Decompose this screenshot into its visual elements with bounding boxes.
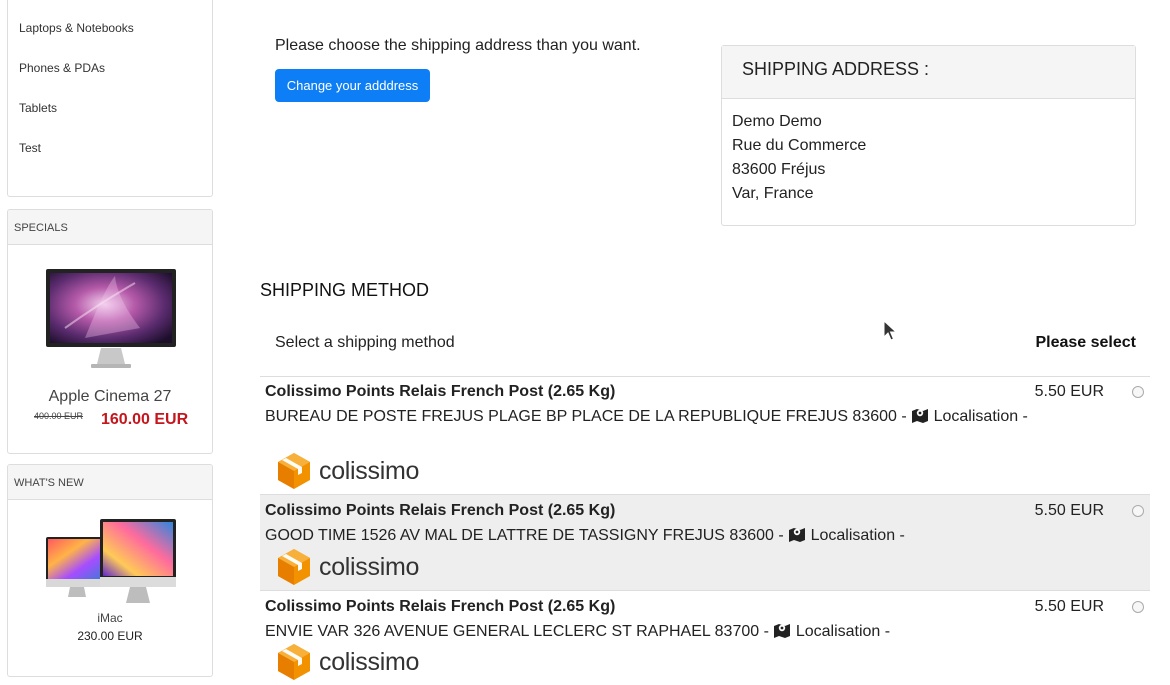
option-address-text: BUREAU DE POSTE FREJUS PLAGE BP PLACE DE… — [265, 408, 907, 425]
whats-new-panel: WHAT'S NEW iMac 230.00 EUR — [7, 464, 213, 677]
please-select-label: Please select — [1035, 334, 1136, 351]
specials-heading: SPECIALS — [8, 210, 212, 245]
colissimo-logo: colissimo — [277, 452, 419, 490]
category-laptops-notebooks[interactable]: Laptops & Notebooks — [19, 21, 134, 35]
shipping-address-intro: Please choose the shipping address than … — [275, 37, 641, 54]
shipping-address-title: SHIPPING ADDRESS : — [722, 46, 1135, 99]
select-shipping-label: Select a shipping method — [275, 334, 455, 351]
colissimo-logo: colissimo — [277, 548, 419, 586]
option-address: ENVIE VAR 326 AVENUE GENERAL LECLERC ST … — [265, 622, 890, 643]
specials-panel: SPECIALS Apple Cinema 27 400.00 EUR 160.… — [7, 209, 213, 454]
colissimo-logo-text: colissimo — [319, 647, 420, 676]
shipping-address-panel: SHIPPING ADDRESS : Demo Demo Rue du Comm… — [721, 45, 1136, 226]
option-address: BUREAU DE POSTE FREJUS PLAGE BP PLACE DE… — [265, 407, 1028, 428]
mouse-cursor-icon — [883, 320, 897, 341]
option-radio[interactable] — [1132, 386, 1144, 398]
option-price: 5.50 EUR — [1034, 383, 1104, 400]
map-icon[interactable] — [788, 526, 806, 547]
category-tablets[interactable]: Tablets — [19, 101, 57, 115]
apple-cinema-image[interactable] — [45, 268, 177, 377]
shipping-address-body: Demo Demo Rue du Commerce 83600 Fréjus V… — [722, 99, 1135, 206]
colissimo-logo-icon — [278, 453, 310, 489]
option-address-text: GOOD TIME 1526 AV MAL DE LATTRE DE TASSI… — [265, 527, 784, 544]
category-list: Laptops & Notebooks Phones & PDAs Tablet… — [7, 0, 213, 197]
localisation-link[interactable]: Localisation - — [811, 527, 905, 544]
option-title: Colissimo Points Relais French Post (2.6… — [265, 502, 616, 519]
whats-new-product-name[interactable]: iMac — [8, 611, 212, 625]
address-line-region: Var, France — [732, 185, 814, 202]
colissimo-logo: colissimo — [277, 643, 419, 681]
localisation-link[interactable]: Localisation - — [934, 408, 1028, 425]
option-address-text: ENVIE VAR 326 AVENUE GENERAL LECLERC ST … — [265, 623, 769, 640]
address-line-name: Demo Demo — [732, 113, 822, 130]
localisation-link[interactable]: Localisation - — [796, 623, 890, 640]
imac-image[interactable] — [44, 517, 178, 614]
whats-new-heading: WHAT'S NEW — [8, 465, 212, 500]
option-title: Colissimo Points Relais French Post (2.6… — [265, 598, 616, 615]
option-title: Colissimo Points Relais French Post (2.6… — [265, 383, 616, 400]
map-icon[interactable] — [911, 407, 929, 428]
address-line-city: 83600 Fréjus — [732, 161, 826, 178]
category-test[interactable]: Test — [19, 141, 41, 155]
option-address: GOOD TIME 1526 AV MAL DE LATTRE DE TASSI… — [265, 526, 905, 547]
option-price: 5.50 EUR — [1034, 502, 1104, 519]
shipping-option-row[interactable]: Colissimo Points Relais French Post (2.6… — [260, 495, 1150, 591]
shipping-method-title: SHIPPING METHOD — [260, 280, 430, 300]
colissimo-logo-icon — [278, 549, 310, 585]
shipping-option-row[interactable]: Colissimo Points Relais French Post (2.6… — [260, 591, 1150, 685]
colissimo-logo-text: colissimo — [319, 456, 420, 485]
category-phones-pdas[interactable]: Phones & PDAs — [19, 61, 105, 75]
map-icon[interactable] — [773, 622, 791, 643]
option-radio[interactable] — [1132, 505, 1144, 517]
colissimo-logo-icon — [278, 644, 310, 680]
whats-new-price: 230.00 EUR — [77, 629, 143, 643]
shipping-option-row[interactable]: Colissimo Points Relais French Post (2.6… — [260, 377, 1150, 495]
colissimo-logo-text: colissimo — [319, 552, 420, 581]
option-price: 5.50 EUR — [1034, 598, 1104, 615]
specials-product-name[interactable]: Apple Cinema 27 — [8, 388, 212, 406]
option-radio[interactable] — [1132, 601, 1144, 613]
change-address-button[interactable]: Change your adddress — [275, 69, 430, 102]
specials-new-price: 160.00 EUR — [101, 411, 189, 428]
address-line-street: Rue du Commerce — [732, 137, 867, 154]
specials-old-price: 400.00 EUR — [34, 411, 84, 421]
